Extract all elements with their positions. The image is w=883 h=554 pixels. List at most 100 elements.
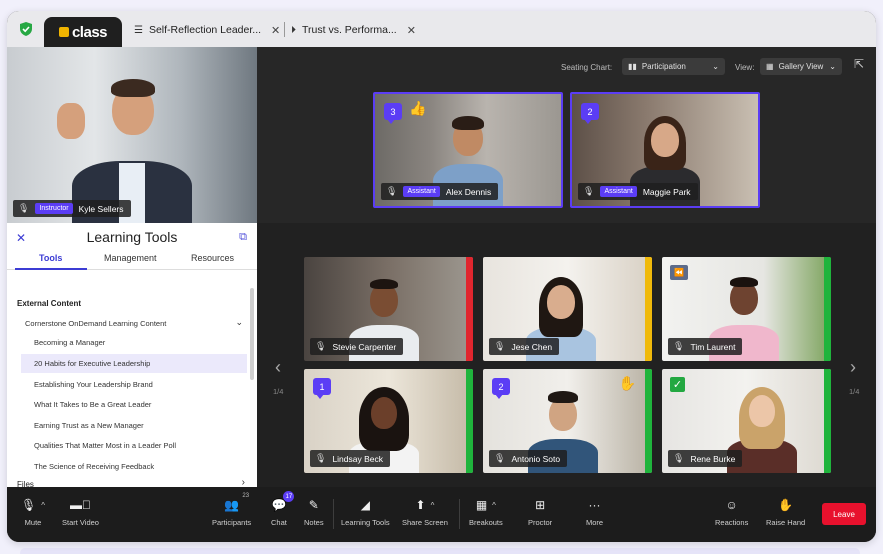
class-logo-tab[interactable]: class bbox=[44, 17, 122, 47]
rewind-icon: ⏪ bbox=[670, 265, 688, 280]
participant-name: Kyle Sellers bbox=[78, 203, 124, 214]
list-item[interactable]: The Science of Receiving Feedback bbox=[21, 457, 247, 476]
instructor-tile[interactable]: 🎙 Instructor Kyle Sellers bbox=[7, 47, 257, 223]
tab-management[interactable]: Management bbox=[104, 253, 157, 263]
list-item[interactable]: Establishing Your Leadership Brand bbox=[21, 375, 247, 394]
notes-button[interactable]: ✎ Notes bbox=[304, 497, 324, 527]
chevron-down-icon[interactable]: ⌄ bbox=[235, 317, 243, 328]
chevron-up-icon[interactable]: ^ bbox=[41, 501, 45, 510]
scrollbar[interactable] bbox=[250, 288, 254, 380]
close-icon[interactable]: ✕ bbox=[407, 24, 416, 37]
browser-tab-trust[interactable]: ⏵ Trust vs. Performa... ✕ bbox=[291, 21, 416, 39]
list-icon: ☰ bbox=[134, 24, 143, 36]
more-button[interactable]: ··· More bbox=[586, 497, 603, 527]
participant-figure bbox=[57, 63, 207, 223]
participants-button[interactable]: 👥 23 Participants bbox=[212, 493, 251, 527]
play-circle-icon: ⏵ bbox=[291, 24, 296, 36]
learning-tools-label: Learning Tools bbox=[341, 518, 390, 527]
list-item-selected[interactable]: 20 Habits for Executive Leadership bbox=[21, 354, 247, 373]
participant-name: Tim Laurent bbox=[690, 341, 736, 352]
content-provider[interactable]: Cornerstone OnDemand Learning Content bbox=[25, 319, 166, 328]
gallery-tile[interactable]: 🎙 Stevie Carpenter bbox=[304, 257, 473, 361]
participant-name: Antonio Soto bbox=[511, 453, 561, 464]
popout-icon[interactable]: ⇱ bbox=[854, 57, 864, 71]
learning-tools-icon: ◢ bbox=[360, 498, 370, 512]
list-item[interactable]: Becoming a Manager bbox=[21, 333, 247, 352]
chevron-right-icon[interactable]: › bbox=[850, 357, 856, 378]
toolbar-divider bbox=[459, 499, 460, 529]
browser-tab-bar: class ☰ Self-Reflection Leader... ✕ ⏵ Tr… bbox=[7, 11, 876, 47]
list-item[interactable]: What It Takes to Be a Great Leader bbox=[21, 395, 247, 414]
class-logo-icon bbox=[58, 27, 69, 37]
microphone-icon: 🎙 bbox=[583, 186, 595, 196]
leave-button[interactable]: Leave bbox=[822, 503, 866, 525]
raise-hand-button[interactable]: ✋ Raise Hand bbox=[766, 497, 805, 527]
start-video-button[interactable]: ▬⃠ Start Video bbox=[62, 497, 99, 527]
spotlight-tile[interactable]: 3 👍 🎙 Assistant Alex Dennis bbox=[373, 92, 563, 208]
tab-resources[interactable]: Resources bbox=[191, 253, 234, 263]
browser-tab-self-reflection[interactable]: ☰ Self-Reflection Leader... ✕ bbox=[134, 21, 280, 39]
participant-name: Stevie Carpenter bbox=[332, 341, 397, 352]
learning-tools-panel: ✕ Learning Tools ⧉ Tools Management Reso… bbox=[7, 223, 257, 489]
chevron-up-icon[interactable]: ^ bbox=[492, 501, 496, 510]
page-indicator-right: 1/4 bbox=[849, 387, 860, 396]
popout-icon[interactable]: ⧉ bbox=[239, 231, 247, 244]
mute-label: Mute bbox=[24, 518, 42, 527]
participant-name: Jese Chen bbox=[511, 341, 553, 352]
hand-icon: ✋ bbox=[778, 498, 794, 512]
learning-tools-button[interactable]: ◢ Learning Tools bbox=[341, 497, 390, 527]
seating-chart-label: Seating Chart: bbox=[561, 63, 613, 72]
tab-tools[interactable]: Tools bbox=[39, 253, 62, 263]
panel-title: Learning Tools bbox=[86, 229, 178, 245]
gallery-tile[interactable]: ✓ 🎙 Rene Burke bbox=[662, 369, 831, 473]
raised-hand-icon: ✋ bbox=[618, 375, 636, 391]
close-icon[interactable]: ✕ bbox=[271, 24, 280, 37]
chat-badge: 17 bbox=[283, 491, 295, 502]
chevron-up-icon[interactable]: ^ bbox=[431, 501, 435, 510]
participant-nametag: 🎙 Antonio Soto bbox=[489, 450, 568, 467]
share-screen-icon: ⬆ bbox=[415, 498, 426, 512]
grid-icon: ▦ bbox=[766, 62, 774, 71]
participants-count: 23 bbox=[242, 493, 250, 499]
status-bar-green bbox=[466, 369, 473, 473]
more-icon: ··· bbox=[588, 498, 601, 512]
gallery-tile[interactable]: 1 🎙 Lindsay Beck bbox=[304, 369, 473, 473]
proctor-button[interactable]: ⊞ Proctor bbox=[528, 497, 552, 527]
spotlight-area: Seating Chart: ▮▮ Participation ⌄ View: … bbox=[257, 47, 876, 223]
microphone-icon: 🎙 bbox=[386, 186, 398, 196]
external-content-header: External Content bbox=[17, 299, 82, 308]
share-screen-button[interactable]: ⬆ ^ Share Screen bbox=[402, 497, 448, 527]
mute-button[interactable]: 🎙 ^ Mute bbox=[21, 497, 45, 527]
view-select[interactable]: ▦ Gallery View ⌄ bbox=[760, 58, 842, 75]
gallery-tile[interactable]: ⏪ 🎙 Tim Laurent bbox=[662, 257, 831, 361]
participant-nametag: 🎙 Assistant Maggie Park bbox=[578, 183, 698, 200]
chat-button[interactable]: 💬 17 Chat bbox=[271, 491, 295, 527]
seating-chart-select[interactable]: ▮▮ Participation ⌄ bbox=[622, 58, 725, 75]
list-item[interactable]: Earning Trust as a New Manager bbox=[21, 416, 247, 435]
microphone-muted-icon: 🎙 bbox=[673, 341, 685, 351]
gallery-tile[interactable]: 2 ✋ 🎙 Antonio Soto bbox=[483, 369, 652, 473]
participant-nametag: 🎙 Jese Chen bbox=[489, 338, 560, 355]
spotlight-tile[interactable]: 2 🎙 Assistant Maggie Park bbox=[570, 92, 760, 208]
microphone-muted-icon: 🎙 bbox=[494, 341, 506, 351]
reactions-label: Reactions bbox=[715, 518, 749, 527]
gallery-tile[interactable]: 🎙 Jese Chen bbox=[483, 257, 652, 361]
role-badge: Assistant bbox=[403, 186, 440, 197]
reactions-icon: ☺ bbox=[725, 498, 738, 512]
microphone-muted-icon: 🎙 bbox=[315, 453, 327, 463]
view-value: Gallery View bbox=[778, 62, 824, 71]
breakouts-button[interactable]: ▦ ^ Breakouts bbox=[469, 497, 503, 527]
participant-name: Alex Dennis bbox=[445, 186, 492, 197]
bar-chart-icon: ▮▮ bbox=[628, 62, 637, 71]
reactions-button[interactable]: ☺ Reactions bbox=[715, 497, 748, 527]
microphone-icon: 🎙 bbox=[315, 341, 327, 351]
participant-nametag: 🎙 Rene Burke bbox=[668, 450, 743, 467]
toolbar-divider bbox=[333, 499, 334, 529]
number-badge: 1 bbox=[313, 378, 331, 399]
chevron-left-icon[interactable]: ‹ bbox=[275, 357, 281, 378]
status-bar-green bbox=[824, 257, 831, 361]
number-badge: 2 bbox=[581, 103, 599, 124]
microphone-icon: 🎙 bbox=[21, 498, 37, 512]
chevron-down-icon: ⌄ bbox=[829, 62, 836, 71]
list-item[interactable]: Qualities That Matter Most in a Leader P… bbox=[21, 436, 247, 455]
